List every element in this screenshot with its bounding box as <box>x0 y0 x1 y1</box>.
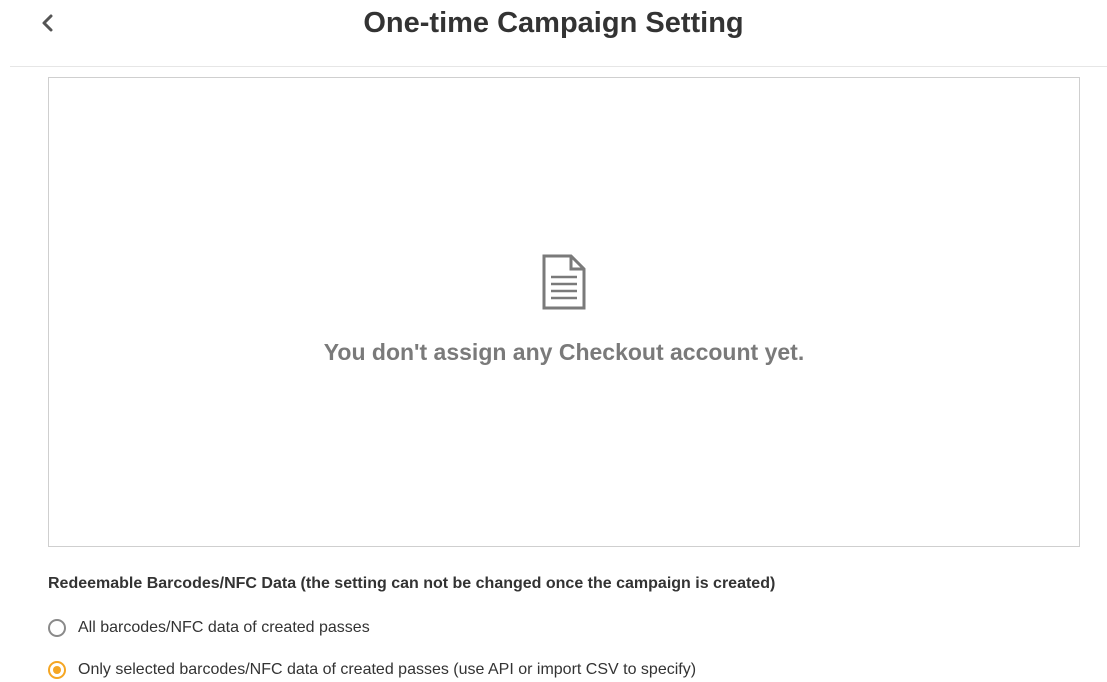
redeemable-section-label: Redeemable Barcodes/NFC Data (the settin… <box>48 575 776 592</box>
radio-button-checked[interactable] <box>48 661 66 679</box>
radio-selected-barcodes[interactable]: Only selected barcodes/NFC data of creat… <box>48 661 696 679</box>
radio-label: Only selected barcodes/NFC data of creat… <box>78 661 697 678</box>
header-divider <box>10 66 1107 67</box>
document-icon <box>542 254 586 310</box>
empty-state-message: You don't assign any Checkout account ye… <box>323 339 805 365</box>
header: One-time Campaign Setting <box>0 0 1107 66</box>
radio-button-unchecked[interactable] <box>48 619 66 637</box>
page-title: One-time Campaign Setting <box>363 7 744 39</box>
radio-all-barcodes[interactable]: All barcodes/NFC data of created passes <box>48 619 370 637</box>
radio-label: All barcodes/NFC data of created passes <box>78 619 370 636</box>
checkout-accounts-panel: You don't assign any Checkout account ye… <box>48 77 1080 547</box>
